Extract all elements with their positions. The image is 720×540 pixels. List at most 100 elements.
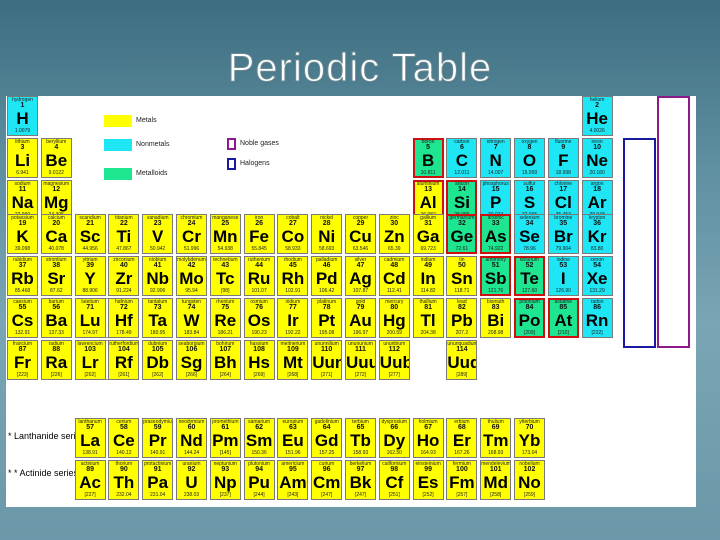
element-cell-db: dubnium 105 Db [262] (142, 340, 174, 380)
element-symbol: V (152, 227, 164, 246)
element-cell-ni: nickel 28 Ni 58.693 (311, 214, 343, 254)
atomic-mass: [261] (118, 372, 130, 378)
element-symbol: Pb (451, 311, 473, 330)
atomic-mass: 192.22 (285, 330, 301, 336)
element-symbol: O (522, 151, 537, 170)
atomic-mass: 50.942 (150, 246, 166, 252)
element-symbol: Cu (349, 227, 372, 246)
element-symbol: Np (213, 473, 237, 492)
element-cell-rh: rhodium 45 Rh 102.91 (277, 256, 309, 296)
element-symbol: Ce (113, 431, 135, 450)
legend-swatch-nonmetals (104, 139, 132, 151)
atomic-mass: 162.50 (386, 450, 402, 456)
element-cell-v: vanadium 23 V 50.942 (142, 214, 174, 254)
element-symbol: Dy (383, 431, 406, 450)
atomic-mass: [98] (221, 288, 230, 294)
element-symbol: As (484, 227, 507, 246)
element-symbol: Es (417, 473, 439, 492)
atomic-mass: 231.04 (150, 492, 166, 498)
atomic-mass: 138.91 (82, 450, 98, 456)
atomic-mass: 126.90 (555, 288, 571, 294)
atomic-mass: 12.011 (454, 170, 470, 176)
element-cell-bk: berkelium 97 Bk [247] (345, 460, 376, 500)
element-cell-te: tellurium 52 Te 127.60 (514, 256, 545, 296)
element-symbol: Rf (114, 353, 133, 372)
element-symbol: Ag (349, 269, 372, 288)
atomic-mass: 183.84 (183, 330, 200, 336)
element-symbol: Lr (81, 353, 99, 372)
atomic-mass: 63.546 (352, 246, 369, 252)
atomic-mass: [257] (456, 492, 468, 498)
atomic-mass: 195.08 (319, 330, 335, 336)
element-symbol: Au (349, 311, 372, 330)
element-cell-mo: molybdenum 42 Mo 95.94 (176, 256, 207, 296)
element-symbol: Lu (79, 311, 101, 330)
element-symbol: Ta (148, 311, 167, 330)
element-symbol: Al (419, 193, 437, 212)
element-symbol: Hf (114, 311, 133, 330)
element-symbol: Fm (449, 473, 475, 492)
element-cell-as: arsenic 33 As 74.922 (480, 214, 512, 254)
element-symbol: Tl (420, 311, 436, 330)
element-symbol: Db (146, 353, 170, 372)
element-symbol: C (455, 151, 469, 170)
atomic-mass: 137.33 (48, 330, 64, 336)
element-symbol: I (560, 269, 566, 288)
element-cell-bi: bismuth 83 Bi 208.98 (480, 298, 512, 338)
atomic-mass: [243] (287, 492, 299, 498)
atomic-mass: [271] (321, 372, 333, 378)
element-cell-sg: seaborgium 106 Sg [266] (176, 340, 207, 380)
element-cell-dy: dysprosium 66 Dy 162.50 (378, 418, 410, 458)
atomic-mass: 150.36 (251, 450, 267, 456)
atomic-mass: [252] (422, 492, 434, 498)
element-symbol: Pm (212, 431, 239, 450)
legend-label-metalloids: Metalloids (136, 170, 168, 177)
element-symbol: Am (279, 473, 307, 492)
element-cell-mn: manganese 25 Mn 54.938 (209, 214, 241, 254)
element-symbol: Hg (382, 311, 406, 330)
element-symbol: U (185, 473, 198, 492)
element-symbol: H (16, 109, 29, 128)
atomic-mass: 140.12 (116, 450, 132, 456)
element-cell-ti: titanium 22 Ti 47.867 (108, 214, 140, 254)
atomic-mass: 173.04 (521, 450, 538, 456)
element-symbol: Sn (451, 269, 473, 288)
atomic-mass: 107.87 (352, 288, 369, 294)
legend-label-halogens: Halogens (240, 160, 270, 167)
atomic-mass: [227] (84, 492, 96, 498)
atomic-mass: 196.97 (352, 330, 369, 336)
element-symbol: Kr (587, 227, 607, 246)
atomic-mass: 85.468 (14, 288, 31, 294)
element-symbol: Na (11, 193, 34, 212)
element-cell-c: carbon 6 C 12.011 (446, 138, 478, 178)
atomic-mass: 1.0079 (14, 128, 31, 134)
element-cell-yb: ytterbium 70 Yb 173.04 (514, 418, 545, 458)
element-cell-er: erbium 68 Er 167.26 (446, 418, 478, 458)
element-cell-ag: silver 47 Ag 107.87 (345, 256, 376, 296)
element-symbol: Bh (213, 353, 237, 372)
element-cell-in: indium 49 In 114.82 (412, 256, 444, 296)
element-cell-po: polonium 84 Po [209] (514, 298, 545, 338)
element-symbol: Br (553, 227, 573, 246)
element-cell-ho: holmium 67 Ho 164.93 (412, 418, 444, 458)
atomic-mass: 127.60 (521, 288, 538, 294)
element-cell-cr: chromium 24 Cr 51.996 (176, 214, 207, 254)
atomic-mass: 204.38 (420, 330, 436, 336)
element-symbol: Yb (518, 431, 541, 450)
element-symbol: Rh (281, 269, 305, 288)
element-cell-es: einsteinium 99 Es [252] (412, 460, 444, 500)
element-symbol: Th (113, 473, 135, 492)
element-symbol: Xe (586, 269, 608, 288)
atomic-mass: 20.180 (589, 170, 605, 176)
element-symbol: P (490, 193, 502, 212)
element-cell-rn: radon 86 Rn [222] (581, 298, 613, 338)
atomic-mass: 78.96 (523, 246, 536, 252)
element-cell-np: neptunium 93 Np [237] (209, 460, 241, 500)
element-symbol: Cl (554, 193, 572, 212)
element-symbol: Pt (318, 311, 336, 330)
periodic-table: Metals Nonmetals Metalloids Noble gases … (6, 96, 696, 507)
atomic-mass: 131.29 (589, 288, 605, 294)
element-symbol: Ba (45, 311, 68, 330)
element-symbol: Mn (213, 227, 238, 246)
element-cell-rf: rutherfordium 104 Rf [261] (108, 340, 140, 380)
